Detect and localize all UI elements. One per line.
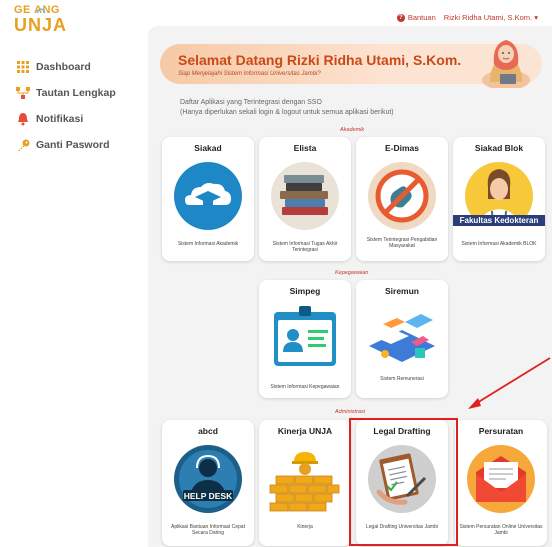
app-desc: Sistem Informasi Kepegawaian	[270, 384, 340, 390]
book-stack-icon	[271, 162, 339, 230]
sidebar-item-dashboard[interactable]: Dashboard	[16, 54, 116, 80]
question-icon: ?	[396, 13, 405, 22]
app-title: Elista	[293, 143, 317, 153]
app-card-elista[interactable]: Elista Sistem Informasi Tugas Akhir Teri…	[259, 137, 351, 261]
app-title: abcd	[198, 426, 218, 436]
app-desc: Sistem Persuratan Online Universitas Jam…	[459, 524, 543, 536]
envelope-icon	[467, 445, 535, 513]
sidebar-item-label: Tautan Lengkap	[36, 87, 116, 99]
app-card-simpeg[interactable]: Simpeg Sistem Informasi Kepegawaian	[259, 280, 351, 398]
welcome-subtitle: Siap Menjelajahi Sistem Informasi Univer…	[178, 71, 321, 77]
app-desc: Sistem Informasi Akademik BLOK	[461, 241, 537, 247]
logo-bottom-text: UNJA	[14, 15, 68, 35]
section-label-kepegawaian: Kepegawaian	[335, 270, 369, 276]
app-card-siakad-blok[interactable]: Siakad Blok Fakultas Kedokteran Sistem I…	[453, 137, 545, 261]
app-card-abcd[interactable]: abcd HELP DESK Aplikasi Bantuan Informas…	[162, 420, 254, 546]
sidebar-item-label: Ganti Pasword	[36, 139, 110, 151]
no-hand-icon	[368, 162, 436, 230]
user-menu[interactable]: Rizki Ridha Utami, S.Kom. ▾	[444, 13, 538, 22]
help-desk-icon	[174, 445, 242, 513]
app-title: E-Dimas	[384, 143, 419, 153]
welcome-banner: Selamat Datang Rizki Ridha Utami, S.Kom.…	[160, 40, 542, 88]
help-label: Bantuan	[407, 13, 436, 22]
highlight-box	[349, 418, 458, 546]
sidebar-item-tautan-lengkap[interactable]: Tautan Lengkap	[16, 80, 116, 106]
sidebar-item-ganti-pasword[interactable]: Ganti Pasword	[16, 132, 116, 158]
key-icon	[16, 138, 30, 152]
app-desc: Sistem Informasi Tugas Akhir Terintegras…	[272, 241, 338, 253]
caret-down-icon: ▾	[534, 13, 538, 22]
app-root: GE ANG UNJA Dashboard Tautan Lengkap Not…	[0, 0, 552, 547]
app-desc: Kinerja	[297, 524, 313, 530]
app-card-e-dimas[interactable]: E-Dimas Sistem Terintegrasi Pengabdian M…	[356, 137, 448, 261]
app-desc: Sistem Terintegrasi Pengabdian Masyaraka…	[366, 237, 438, 249]
builder-wall-icon	[269, 452, 340, 512]
help-link[interactable]: ? Bantuan	[396, 13, 436, 22]
app-title: Siakad	[194, 143, 222, 153]
sidebar: GE ANG UNJA Dashboard Tautan Lengkap Not…	[0, 0, 148, 547]
arrow-annotation-icon	[468, 357, 551, 409]
app-desc: Sistem Remunerasi	[380, 376, 424, 382]
sidebar-nav: Dashboard Tautan Lengkap Notifikasi Gant…	[16, 54, 116, 158]
gerbang-unja-logo[interactable]: GE ANG UNJA	[14, 4, 74, 42]
hijab-woman-illustration-icon	[482, 40, 530, 88]
app-desc: Aplikasi Bantuan Informasi Cepat Secara …	[171, 524, 245, 536]
sidebar-item-label: Notifikasi	[36, 113, 84, 125]
welcome-title: Selamat Datang Rizki Ridha Utami, S.Kom.	[178, 52, 462, 68]
app-card-siakad[interactable]: Siakad Sistem Informasi Akademik	[162, 137, 254, 261]
help-desk-overlay-label: HELP DESK	[183, 491, 233, 501]
sso-intro: Daftar Aplikasi yang Terintegrasi dengan…	[180, 98, 394, 118]
sitemap-icon	[16, 86, 30, 100]
section-label-akademik: Akademik	[340, 127, 365, 133]
topbar: ? Bantuan Rizki Ridha Utami, S.Kom. ▾	[396, 13, 538, 22]
logo-gate-icon	[36, 8, 46, 14]
app-card-persuratan[interactable]: Persuratan Sistem Persuratan Online Univ…	[455, 420, 547, 546]
sso-intro-line1: Daftar Aplikasi yang Terintegrasi dengan…	[180, 99, 322, 106]
app-title: Simpeg	[289, 286, 321, 296]
app-title: Kinerja UNJA	[277, 426, 333, 436]
isometric-app-icon	[369, 314, 435, 362]
bell-icon	[16, 112, 30, 126]
sidebar-item-label: Dashboard	[36, 61, 91, 73]
app-card-siremun[interactable]: Siremun Sistem Remunerasi	[356, 280, 448, 398]
grid-icon	[16, 60, 30, 74]
graduation-cap-cloud-icon	[174, 162, 242, 230]
sidebar-item-notifikasi[interactable]: Notifikasi	[16, 106, 116, 132]
app-title: Persuratan	[478, 426, 524, 436]
id-card-icon	[274, 306, 336, 366]
app-title: Siakad Blok	[474, 143, 524, 153]
app-desc: Sistem Informasi Akademik	[177, 241, 239, 247]
faculty-overlay-label: Fakultas Kedokteran	[453, 215, 545, 226]
section-label-administrasi: Administrasi	[335, 409, 365, 415]
user-name: Rizki Ridha Utami, S.Kom.	[443, 13, 533, 22]
app-card-kinerja-unja[interactable]: Kinerja UNJA Kinerja	[259, 420, 351, 546]
app-title: Siremun	[384, 286, 419, 296]
sso-intro-line2: (Hanya diperlukan sekali login & logout …	[180, 109, 394, 116]
